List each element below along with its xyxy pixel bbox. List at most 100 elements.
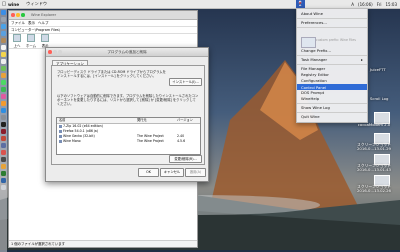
menu-separator bbox=[297, 55, 367, 56]
column-name[interactable]: 名前 bbox=[57, 118, 137, 123]
dock-ibooks-icon[interactable] bbox=[1, 101, 6, 106]
menu-preferences[interactable]: Preferences... bbox=[301, 20, 327, 25]
dock-itunes-icon[interactable] bbox=[1, 94, 6, 99]
desktop-label-screenshot[interactable]: スクリーンショット 2016-0...13.01.43 bbox=[349, 163, 399, 173]
battery-indicator[interactable]: (16:06) bbox=[358, 2, 373, 7]
dock-app-icon[interactable] bbox=[1, 164, 6, 169]
menu-custom-prefix: custom prefix: Wine Files bbox=[316, 38, 356, 42]
desktop-label-other[interactable]: JuiceFTT bbox=[370, 67, 386, 72]
home-button[interactable]: ホーム bbox=[26, 34, 36, 48]
menu-file-manager[interactable]: File Manager bbox=[301, 66, 325, 71]
desktop-label-other[interactable]: Scroll Log bbox=[370, 96, 388, 101]
apply-button[interactable]: 適用(A) bbox=[185, 168, 206, 177]
dock-launchpad-icon[interactable] bbox=[1, 17, 6, 22]
dock-app-icon[interactable] bbox=[1, 136, 6, 141]
menu-about-wine[interactable]: About Wine bbox=[301, 11, 323, 16]
close-button[interactable] bbox=[11, 13, 15, 17]
menu-file[interactable]: ファイル bbox=[11, 21, 25, 26]
dock-app-icon[interactable] bbox=[1, 178, 6, 183]
dock-mail-icon[interactable] bbox=[1, 31, 6, 36]
dock-app-icon[interactable] bbox=[1, 157, 6, 162]
program-icon bbox=[59, 124, 62, 128]
explorer-menu: ファイル 表示 ヘルプ bbox=[9, 20, 197, 27]
window-menu[interactable]: ウィンドウ bbox=[26, 1, 47, 7]
up-button[interactable]: 上へ bbox=[13, 34, 21, 48]
clock[interactable]: 15:03 bbox=[385, 2, 397, 7]
menu-change-prefix[interactable]: Change Prefix... bbox=[301, 48, 331, 53]
menu-help[interactable]: ヘルプ bbox=[38, 21, 49, 26]
dock-calendar-icon[interactable] bbox=[1, 45, 6, 50]
menu-separator bbox=[297, 18, 367, 19]
dock-app-icon[interactable] bbox=[1, 150, 6, 155]
menu-control-panel[interactable]: Control Panel bbox=[301, 85, 326, 90]
window-controls bbox=[11, 13, 25, 17]
menu-separator bbox=[297, 103, 367, 104]
path-label: コンピューター\Program Files\ bbox=[9, 27, 197, 34]
dock-messages-icon[interactable] bbox=[1, 80, 6, 85]
dock-prefs-icon[interactable] bbox=[1, 115, 6, 120]
dialog-title: プログラムの追加と削除 bbox=[107, 50, 147, 54]
desktop-label-cocoamodem[interactable]: cocoaModem 2.0 bbox=[349, 122, 399, 127]
view-icon bbox=[41, 34, 50, 42]
install-description: フロッピーディスク ドライブまたは CD-ROM ドライブからプログラムをインス… bbox=[57, 70, 166, 79]
menu-registry-editor[interactable]: Registry Editor bbox=[301, 72, 329, 77]
dialog-titlebar: プログラムの追加と削除 bbox=[46, 48, 208, 57]
dock-appstore-icon[interactable] bbox=[1, 108, 6, 113]
list-item[interactable]: Wine Mono The Wine Project 4.5.6 bbox=[57, 139, 200, 144]
dock-terminal-icon[interactable] bbox=[1, 122, 6, 127]
desktop-label-screenshot[interactable]: スクリーンショット 2016-0...13.02.26 bbox=[349, 184, 399, 194]
menu-quit-wine[interactable]: Quit Wine bbox=[301, 114, 320, 119]
menu-configuration[interactable]: Configuration bbox=[301, 78, 327, 83]
install-button[interactable]: インストール(I)... bbox=[169, 78, 202, 86]
home-icon bbox=[27, 34, 36, 42]
desktop-label-screenshot[interactable]: スクリーンショット 2016-0...13.01.29 bbox=[349, 142, 399, 152]
view-button[interactable]: 表示 bbox=[41, 34, 50, 48]
dock-finder-icon[interactable] bbox=[1, 10, 6, 15]
app-menu[interactable]: wine bbox=[8, 2, 19, 7]
dock-app-icon[interactable] bbox=[1, 143, 6, 148]
cancel-button[interactable]: キャンセル bbox=[160, 168, 184, 177]
dock-contacts-icon[interactable] bbox=[1, 38, 6, 43]
remove-description: 以下のソフトウェアは自動的に削除できます。プログラムを削除したりインストールされ… bbox=[57, 94, 199, 107]
menu-dos-prompt[interactable]: DOS Prompt bbox=[301, 90, 324, 95]
program-icon bbox=[59, 134, 62, 138]
dock-photos-icon[interactable] bbox=[1, 73, 6, 78]
dock-reminders-icon[interactable] bbox=[1, 59, 6, 64]
dialog-zoom-button[interactable] bbox=[58, 50, 62, 54]
dock-wine-icon[interactable] bbox=[1, 129, 6, 134]
dock-maps-icon[interactable] bbox=[1, 66, 6, 71]
program-icon bbox=[59, 129, 62, 133]
dock-trash-icon[interactable] bbox=[1, 185, 6, 190]
dialog-window-controls bbox=[48, 50, 62, 54]
menu-task-manager[interactable]: Task Manager bbox=[301, 57, 327, 62]
input-source-indicator[interactable]: A bbox=[351, 2, 354, 7]
column-publisher[interactable]: 発行元 bbox=[137, 118, 177, 123]
dock-app-icon[interactable] bbox=[1, 171, 6, 176]
wine-dropdown-menu: About Wine Preferences... custom prefix:… bbox=[296, 8, 368, 123]
menu-separator bbox=[297, 112, 367, 113]
dock-facetime-icon[interactable] bbox=[1, 87, 6, 92]
menu-show-wine-log[interactable]: Show Wine Log bbox=[301, 105, 330, 110]
menu-view[interactable]: 表示 bbox=[28, 21, 35, 26]
dock-safari-icon[interactable] bbox=[1, 24, 6, 29]
change-remove-button[interactable]: 変更/削除(R)... bbox=[169, 155, 202, 163]
wine-menubar-icon[interactable]: 🍷 bbox=[296, 0, 305, 8]
status-area: A (16:06) Fri 15:03 bbox=[351, 0, 397, 8]
installed-programs-list[interactable]: 名前 発行元 バージョン 7-Zip 16.02 (x64 edition) F… bbox=[56, 117, 201, 155]
applications-panel: フロッピーディスク ドライブまたは CD-ROM ドライブからプログラムをインス… bbox=[51, 65, 205, 165]
dialog-close-button[interactable] bbox=[48, 50, 52, 54]
submenu-arrow-icon: ▸ bbox=[361, 57, 363, 62]
menu-separator bbox=[297, 64, 367, 65]
menu-winehelp[interactable]: WineHelp bbox=[301, 96, 319, 101]
program-icon bbox=[59, 139, 62, 143]
dialog-minimize-button[interactable] bbox=[53, 50, 57, 54]
column-version[interactable]: バージョン bbox=[177, 118, 197, 123]
menu-separator bbox=[297, 27, 367, 28]
ok-button[interactable]: OK bbox=[138, 168, 159, 177]
up-arrow-icon bbox=[13, 34, 21, 42]
minimize-button[interactable] bbox=[16, 13, 20, 17]
dock-notes-icon[interactable] bbox=[1, 52, 6, 57]
status-bar: 1 個のファイルが選択されています bbox=[9, 240, 197, 247]
apple-menu-icon[interactable]:  bbox=[0, 1, 8, 7]
zoom-button[interactable] bbox=[21, 13, 25, 17]
